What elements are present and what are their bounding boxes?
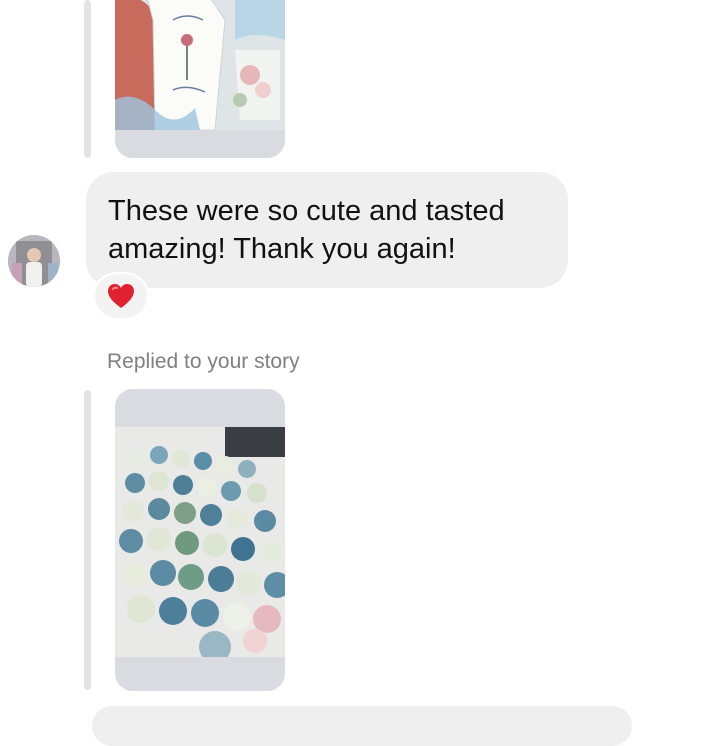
red-heart-icon — [108, 284, 134, 308]
replied-to-story-label: Replied to your story — [107, 350, 300, 373]
sender-avatar[interactable] — [8, 235, 60, 287]
message-text: These were so cute and tasted amazing! T… — [108, 195, 505, 265]
message-bubble[interactable]: These were so cute and tasted amazing! T… — [86, 172, 568, 288]
story-reply-bar — [84, 0, 91, 158]
story-thumbnail-cupcakes[interactable] — [115, 389, 285, 691]
next-message-bubble[interactable] — [92, 706, 632, 746]
story-thumbnail-cookies[interactable] — [115, 0, 285, 158]
message-reaction[interactable] — [93, 272, 149, 320]
story-reply-bar — [84, 390, 91, 690]
user-avatar-icon — [8, 235, 60, 287]
cupcakes-photo — [115, 389, 285, 691]
cookies-photo — [115, 0, 285, 158]
